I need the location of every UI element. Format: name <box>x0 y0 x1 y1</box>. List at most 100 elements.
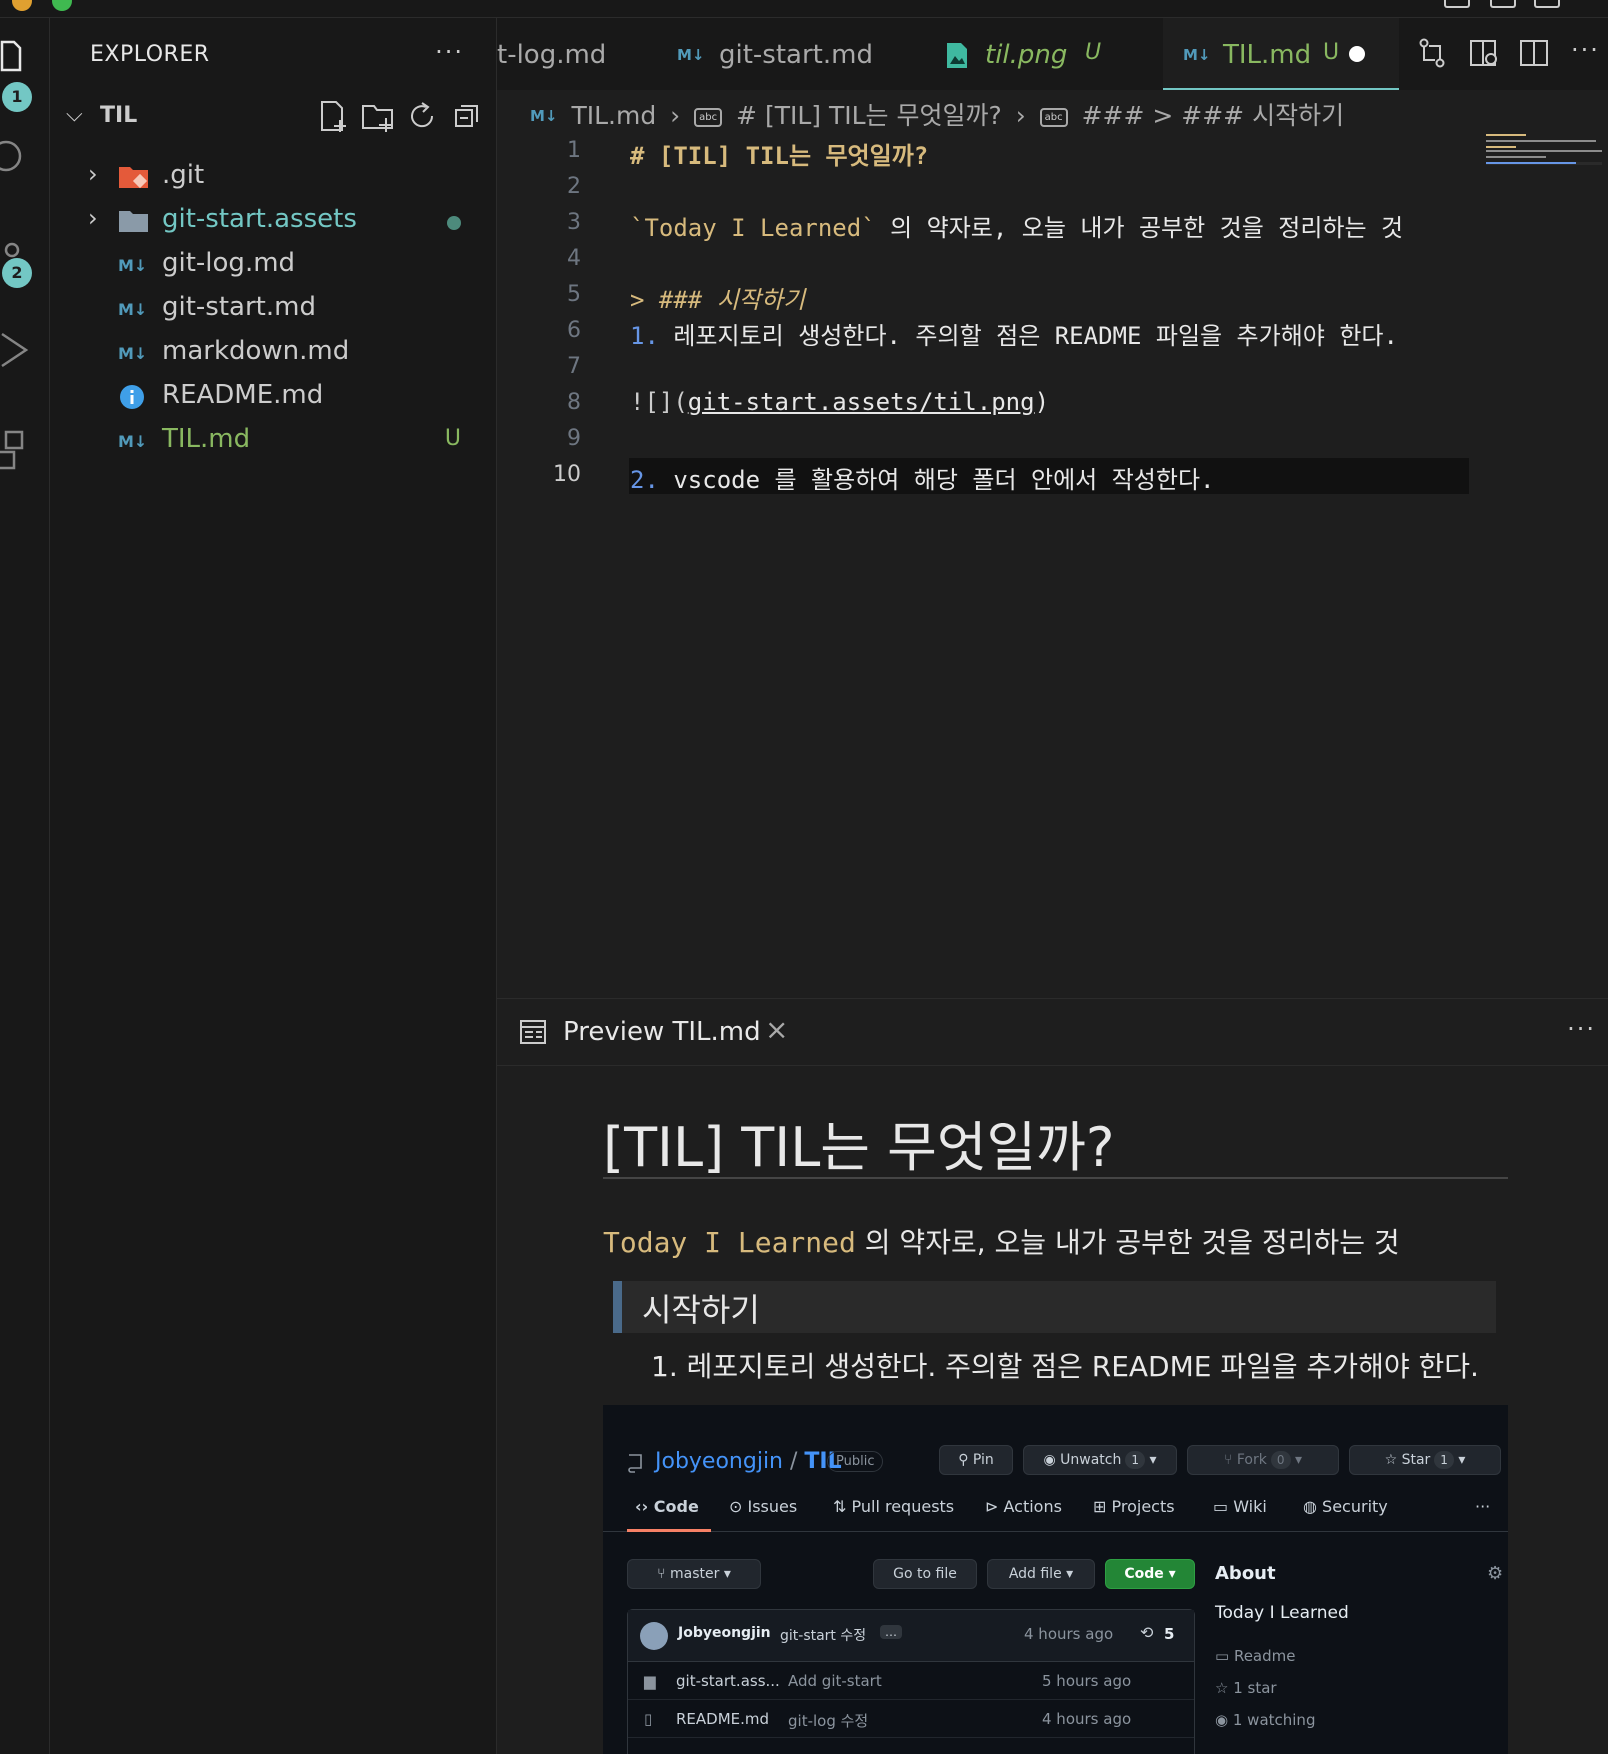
tree-item-label: git-start.md <box>162 292 316 322</box>
line-number: 4 <box>567 246 581 271</box>
eye-icon: ◉ <box>1043 1452 1061 1468</box>
nav-pull-requests: ⇅ Pull requests <box>833 1497 955 1516</box>
tree-item-git-folder[interactable]: › .git <box>50 154 497 198</box>
explorer-activity[interactable]: 1 <box>0 34 50 112</box>
tree-item-label: TIL.md <box>162 424 251 454</box>
breadcrumb-heading[interactable]: # [TIL] TIL는 무엇일까? <box>736 101 1002 130</box>
window-zoom-button[interactable] <box>52 0 72 11</box>
close-icon[interactable]: × <box>765 1013 788 1046</box>
collapse-all-icon[interactable] <box>450 98 486 134</box>
run-debug-activity[interactable] <box>0 328 50 378</box>
folder-section-header[interactable]: ⌵ TIL <box>60 98 490 138</box>
toggle-panel-icon[interactable] <box>1444 0 1470 8</box>
file-time: 5 hours ago <box>1042 1672 1132 1690</box>
more-actions-icon[interactable]: ··· <box>1567 1015 1596 1043</box>
tab-til-md[interactable]: M↓ TIL.md U <box>1163 18 1399 90</box>
commit-time: 4 hours ago <box>1024 1625 1114 1643</box>
pull-request-icon: ⇅ <box>833 1497 852 1516</box>
code-text: ![]( <box>630 388 688 416</box>
line-number: 9 <box>567 426 581 451</box>
new-file-icon[interactable] <box>316 98 352 134</box>
image-file-icon <box>947 43 967 68</box>
nav-selected-indicator <box>627 1529 711 1532</box>
split-editor-icon[interactable] <box>1517 36 1551 70</box>
code-button: Code ▾ <box>1105 1559 1195 1589</box>
search-activity[interactable] <box>0 136 50 186</box>
tree-item-git-log[interactable]: M↓ git-log.md <box>50 242 497 286</box>
tree-item-markdown[interactable]: M↓ markdown.md <box>50 330 497 374</box>
line-number: 3 <box>567 210 581 235</box>
extensions-icon <box>0 430 24 470</box>
issue-icon: ⊙ <box>729 1497 748 1516</box>
tree-item-label: git-start.assets <box>162 204 357 234</box>
markdown-icon: M↓ <box>118 300 148 319</box>
code-line-5: > ### 시작하기 <box>630 280 805 315</box>
nav-more-icon: ··· <box>1475 1497 1491 1516</box>
open-changes-icon[interactable] <box>1415 36 1449 70</box>
file-icon: ▯ <box>644 1710 653 1728</box>
table-icon: ⊞ <box>1093 1497 1112 1516</box>
tree-item-til[interactable]: M↓ TIL.md U <box>50 418 497 462</box>
code-text: 의 약자로, 오늘 내가 공부한 것을 정리하는 것 <box>875 214 1404 242</box>
source-control-activity[interactable]: 2 <box>0 236 50 288</box>
unsaved-dot[interactable] <box>1349 46 1365 62</box>
shield-icon: ◍ <box>1303 1497 1323 1516</box>
markdown-preview-pane: Preview TIL.md × ··· [TIL] TIL는 무엇일까? To… <box>497 998 1608 1754</box>
sidebar-title: EXPLORER <box>90 42 210 67</box>
commit-ellipsis: … <box>880 1625 902 1639</box>
explorer-badge: 1 <box>2 82 32 112</box>
breadcrumb-subheading[interactable]: ### > ### 시작하기 <box>1082 101 1344 130</box>
untracked-badge: U <box>1085 40 1102 65</box>
code-editor[interactable]: 1 2 3 4 5 6 7 8 9 10 # [TIL] TIL는 무엇일까? … <box>497 130 1608 998</box>
line-number: 5 <box>567 282 581 307</box>
folder-icon <box>119 211 148 232</box>
inline-code: `Today I Learned` <box>630 214 876 242</box>
tree-item-readme[interactable]: README.md <box>50 374 497 418</box>
tab-label: til.png <box>985 40 1068 70</box>
breadcrumb-file[interactable]: TIL.md <box>571 101 656 130</box>
string-symbol-icon: abc <box>694 108 723 127</box>
repo-icon <box>628 1454 642 1473</box>
fork-icon: ⑂ <box>1224 1452 1237 1468</box>
watching-link: ◉ 1 watching <box>1215 1711 1316 1729</box>
more-actions-icon[interactable]: ··· <box>435 38 464 66</box>
branch-icon: ⑂ <box>657 1566 670 1582</box>
add-file-button: Add file ▾ <box>987 1559 1095 1589</box>
tab-preview[interactable]: Preview TIL.md × <box>497 999 805 1065</box>
markdown-icon: M↓ <box>677 46 705 64</box>
pin-button: ⚲ Pin <box>939 1445 1013 1475</box>
tab-til-png[interactable]: til.png U <box>945 18 1125 90</box>
tree-item-label: markdown.md <box>162 336 350 366</box>
tab-git-start[interactable]: M↓ git-start.md <box>677 18 907 90</box>
heading-rule <box>603 1177 1508 1179</box>
tab-git-log[interactable]: t-log.md <box>497 18 647 90</box>
tree-item-label: README.md <box>162 380 324 410</box>
book-icon: ▭ <box>1213 1497 1234 1516</box>
source-control-badge: 2 <box>2 258 32 288</box>
extensions-activity[interactable] <box>0 428 50 478</box>
watch-count: 1 <box>1125 1451 1146 1469</box>
refresh-icon[interactable] <box>404 98 440 134</box>
nav-code: ‹› Code <box>635 1497 699 1516</box>
markdown-icon: M↓ <box>118 432 148 451</box>
customize-layout-icon[interactable] <box>1534 0 1560 8</box>
tree-item-git-start[interactable]: M↓ git-start.md <box>50 286 497 330</box>
new-folder-icon[interactable] <box>360 98 396 134</box>
latest-commit: Jobyeongjin git-start 수정 … 4 hours ago ⟲… <box>628 1610 1194 1662</box>
file-name: README.md <box>676 1710 770 1728</box>
tree-item-assets-folder[interactable]: › git-start.assets <box>50 198 497 242</box>
files-icon <box>0 40 22 72</box>
branch-button: ⑂ master ▾ <box>627 1559 761 1589</box>
open-preview-side-icon[interactable] <box>1467 36 1501 70</box>
paragraph-text: 의 약자로, 오늘 내가 공부한 것을 정리하는 것 <box>855 1226 1400 1259</box>
image-link[interactable]: git-start.assets/til.png <box>688 388 1035 416</box>
line-number: 2 <box>567 174 581 199</box>
more-actions-icon[interactable]: ··· <box>1571 36 1600 64</box>
book-icon: ▭ <box>1215 1647 1234 1665</box>
preview-heading: [TIL] TIL는 무엇일까? <box>603 1116 1115 1179</box>
toggle-sidebar-icon[interactable] <box>1490 0 1516 8</box>
minimap[interactable] <box>1484 132 1604 172</box>
avatar <box>640 1622 668 1650</box>
code-text: ### 시작하기 <box>644 286 806 314</box>
window-minimize-button[interactable] <box>12 0 32 11</box>
